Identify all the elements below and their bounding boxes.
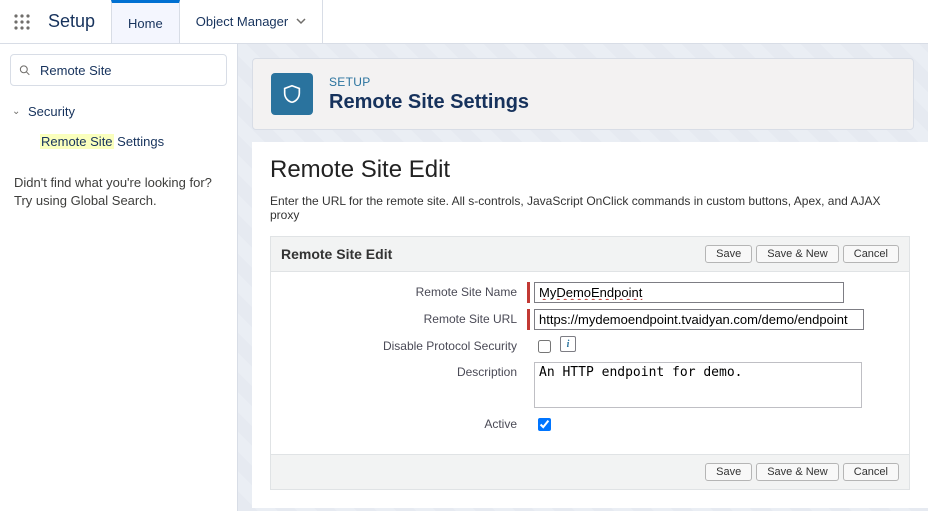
tree-item-label: Remote Site Settings [40, 134, 164, 149]
chevron-down-icon [296, 14, 306, 29]
app-launcher-icon[interactable] [0, 0, 44, 43]
label-description: Description [281, 362, 527, 379]
save-and-new-button-bottom[interactable]: Save & New [756, 463, 839, 481]
app-title: Setup [44, 0, 111, 43]
tab-home-label: Home [128, 16, 163, 31]
info-icon[interactable]: i [560, 336, 576, 352]
label-remote-site-url: Remote Site URL [281, 309, 527, 326]
quick-find-input[interactable] [38, 62, 218, 79]
edit-heading: Remote Site Edit [270, 156, 910, 184]
top-nav: Setup Home Object Manager [0, 0, 928, 44]
no-results-hint: Didn't find what you're looking for? Try… [0, 156, 237, 228]
tab-object-manager[interactable]: Object Manager [180, 0, 324, 43]
required-indicator [527, 309, 530, 330]
checkbox-active[interactable] [538, 418, 551, 431]
page-header: SETUP Remote Site Settings [252, 58, 914, 130]
cancel-button-bottom[interactable]: Cancel [843, 463, 899, 481]
shield-icon [271, 73, 313, 115]
save-button[interactable]: Save [705, 245, 752, 263]
tree-node-label: Security [28, 104, 75, 119]
panel-title: Remote Site Edit [281, 246, 392, 262]
tab-object-manager-label: Object Manager [196, 14, 289, 29]
edit-blurb: Enter the URL for the remote site. All s… [270, 194, 910, 222]
save-and-new-button[interactable]: Save & New [756, 245, 839, 263]
cancel-button[interactable]: Cancel [843, 245, 899, 263]
label-disable-protocol-security: Disable Protocol Security [281, 336, 527, 353]
save-button-bottom[interactable]: Save [705, 463, 752, 481]
no-results-line2: Try using Global Search. [14, 192, 223, 210]
setup-tree: ⌄ Security Remote Site Settings [0, 96, 237, 156]
label-active: Active [281, 414, 527, 431]
input-remote-site-name[interactable] [534, 282, 844, 303]
edit-panel: Remote Site Edit Save Save & New Cancel … [270, 236, 910, 490]
page-title: Remote Site Settings [329, 91, 529, 114]
caret-down-icon: ⌄ [12, 106, 24, 117]
main-area: SETUP Remote Site Settings Remote Site E… [238, 44, 928, 511]
textarea-description[interactable] [534, 362, 862, 408]
tree-item-remote-site-settings[interactable]: Remote Site Settings [4, 126, 233, 156]
quick-find-box[interactable] [10, 54, 227, 86]
checkbox-disable-protocol-security[interactable] [538, 340, 551, 353]
no-results-line1: Didn't find what you're looking for? [14, 174, 223, 192]
tab-home[interactable]: Home [111, 0, 180, 43]
classic-edit-page: Remote Site Edit Enter the URL for the r… [252, 142, 928, 508]
setup-sidebar: ⌄ Security Remote Site Settings Didn't f… [0, 44, 238, 511]
label-remote-site-name: Remote Site Name [281, 282, 527, 299]
input-remote-site-url[interactable] [534, 309, 864, 330]
search-icon [19, 63, 30, 77]
tree-node-security[interactable]: ⌄ Security [4, 96, 233, 126]
page-eyebrow: SETUP [329, 75, 529, 89]
required-indicator [527, 282, 530, 303]
